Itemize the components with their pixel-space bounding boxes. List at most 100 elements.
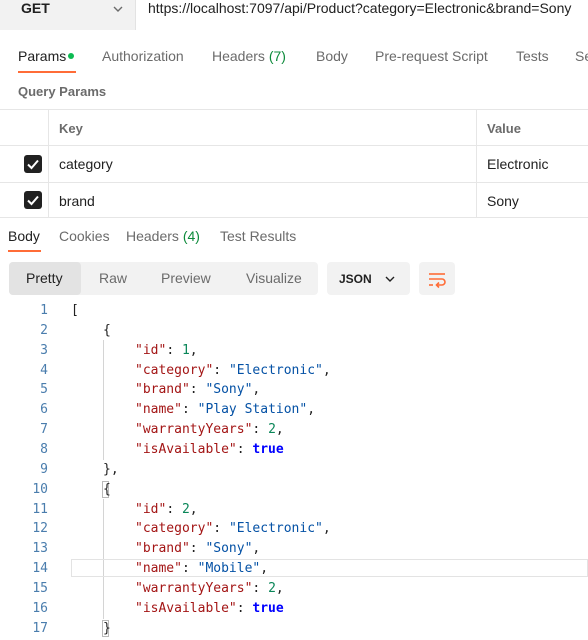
param-value-cell[interactable]: Electronic (487, 156, 548, 172)
line-number: 9 (40, 462, 48, 477)
view-mode-visualize[interactable]: Visualize (246, 270, 302, 286)
code-token: "Electronic" (228, 363, 323, 378)
param-checkbox-category[interactable] (24, 155, 42, 173)
line-number: 2 (40, 323, 48, 338)
code-line: { (103, 321, 111, 341)
response-tab-headers-label: Headers (126, 228, 179, 244)
response-tab-headers[interactable]: Headers (4) (126, 228, 200, 244)
table-border-row1 (0, 145, 588, 146)
code-token: , (307, 402, 316, 417)
tab-pre-request-script[interactable]: Pre-request Script (375, 48, 488, 64)
chevron-down-icon[interactable] (384, 273, 396, 285)
response-tab-cookies-label: Cookies (59, 228, 110, 244)
tab-authorization[interactable]: Authorization (102, 48, 184, 64)
view-mode-preview[interactable]: Preview (161, 270, 211, 286)
code-token: "brand" (135, 541, 190, 556)
code-token: 1 (181, 343, 190, 358)
code-line: } (103, 619, 111, 639)
code-token: : (181, 402, 198, 417)
code-token: , (260, 561, 269, 576)
tab-params-label: Params (18, 48, 67, 64)
tab-headers-count: (7) (268, 48, 286, 64)
response-tab-body[interactable]: Body (8, 228, 40, 244)
url-input[interactable]: https://localhost:7097/api/Product?categ… (148, 0, 571, 16)
response-tab-cookies[interactable]: Cookies (59, 228, 110, 244)
line-number: 12 (32, 521, 48, 536)
view-mode-raw[interactable]: Raw (99, 270, 127, 286)
tab-settings[interactable]: Se (575, 48, 588, 64)
tab-body-label: Body (316, 48, 348, 64)
view-mode-pretty[interactable]: Pretty (26, 270, 63, 286)
query-params-title: Query Params (18, 84, 107, 99)
check-icon (27, 195, 39, 206)
column-header-value: Value (487, 121, 521, 136)
code-token: , (322, 521, 331, 536)
code-line: "category": "Electronic", (135, 519, 331, 539)
code-token: true (252, 442, 284, 457)
response-tab-test-results[interactable]: Test Results (220, 228, 296, 244)
code-token: , (275, 581, 284, 596)
response-tab-body-label: Body (8, 228, 40, 244)
response-tab-headers-count: (4) (182, 228, 200, 244)
code-token: "warrantyYears" (135, 581, 253, 596)
code-token: , (189, 343, 198, 358)
line-number: 7 (40, 422, 48, 437)
line-number: 13 (32, 541, 48, 556)
code-token: "id" (135, 343, 167, 358)
code-line: { (103, 480, 111, 500)
code-token: "Play Station" (197, 402, 308, 417)
tab-tests-label: Tests (516, 48, 549, 64)
response-tab-test-results-label: Test Results (220, 228, 297, 244)
tab-headers-label: Headers (212, 48, 265, 64)
format-select-label: JSON (339, 272, 372, 286)
code-token: { (103, 323, 111, 338)
line-number: 8 (40, 442, 48, 457)
code-token: : (189, 382, 206, 397)
code-token: , (252, 541, 261, 556)
code-token: "category" (135, 363, 214, 378)
table-border-bottom (0, 217, 588, 218)
line-number: 11 (32, 502, 48, 517)
table-col-divider-1 (48, 109, 49, 217)
check-icon (27, 159, 39, 170)
code-token: 2 (268, 581, 276, 596)
code-token: , (189, 502, 198, 517)
code-token: true (252, 601, 284, 616)
chevron-down-icon[interactable] (112, 3, 124, 15)
code-line: "category": "Electronic", (135, 361, 331, 381)
line-number: 1 (40, 303, 48, 318)
line-number: 16 (32, 601, 48, 616)
tab-params[interactable]: Params (18, 48, 66, 64)
response-tab-body-underline (8, 250, 41, 252)
code-token: "warrantyYears" (135, 422, 253, 437)
tab-tests[interactable]: Tests (516, 48, 549, 64)
table-col-divider-2 (476, 109, 477, 217)
param-key-cell[interactable]: category (59, 156, 113, 172)
code-token: : (189, 541, 206, 556)
line-number: 5 (40, 382, 48, 397)
code-line: "name": "Play Station", (135, 400, 315, 420)
wrap-lines-icon[interactable] (426, 269, 448, 289)
code-token: : (213, 363, 229, 378)
table-border-row2 (0, 182, 588, 183)
code-token: : (166, 502, 182, 517)
code-token: } (103, 621, 111, 636)
code-token: : (252, 581, 269, 596)
code-line: }, (103, 460, 119, 480)
code-token: "Electronic" (228, 521, 323, 536)
code-line: "name": "Mobile", (135, 559, 268, 579)
param-value-cell[interactable]: Sony (487, 193, 519, 209)
param-key-cell[interactable]: brand (59, 193, 95, 209)
tab-body[interactable]: Body (316, 48, 348, 64)
tab-settings-label: Se (575, 48, 588, 64)
column-header-key: Key (59, 121, 83, 136)
tab-pre-request-script-label: Pre-request Script (375, 48, 488, 64)
code-token: [ (71, 303, 79, 318)
code-line: "isAvailable": true (135, 440, 284, 460)
line-number: 10 (32, 482, 48, 497)
param-checkbox-brand[interactable] (24, 191, 42, 209)
code-token: : (252, 422, 269, 437)
code-token: , (252, 382, 261, 397)
line-number: 4 (40, 363, 48, 378)
tab-headers[interactable]: Headers (7) (212, 48, 286, 64)
